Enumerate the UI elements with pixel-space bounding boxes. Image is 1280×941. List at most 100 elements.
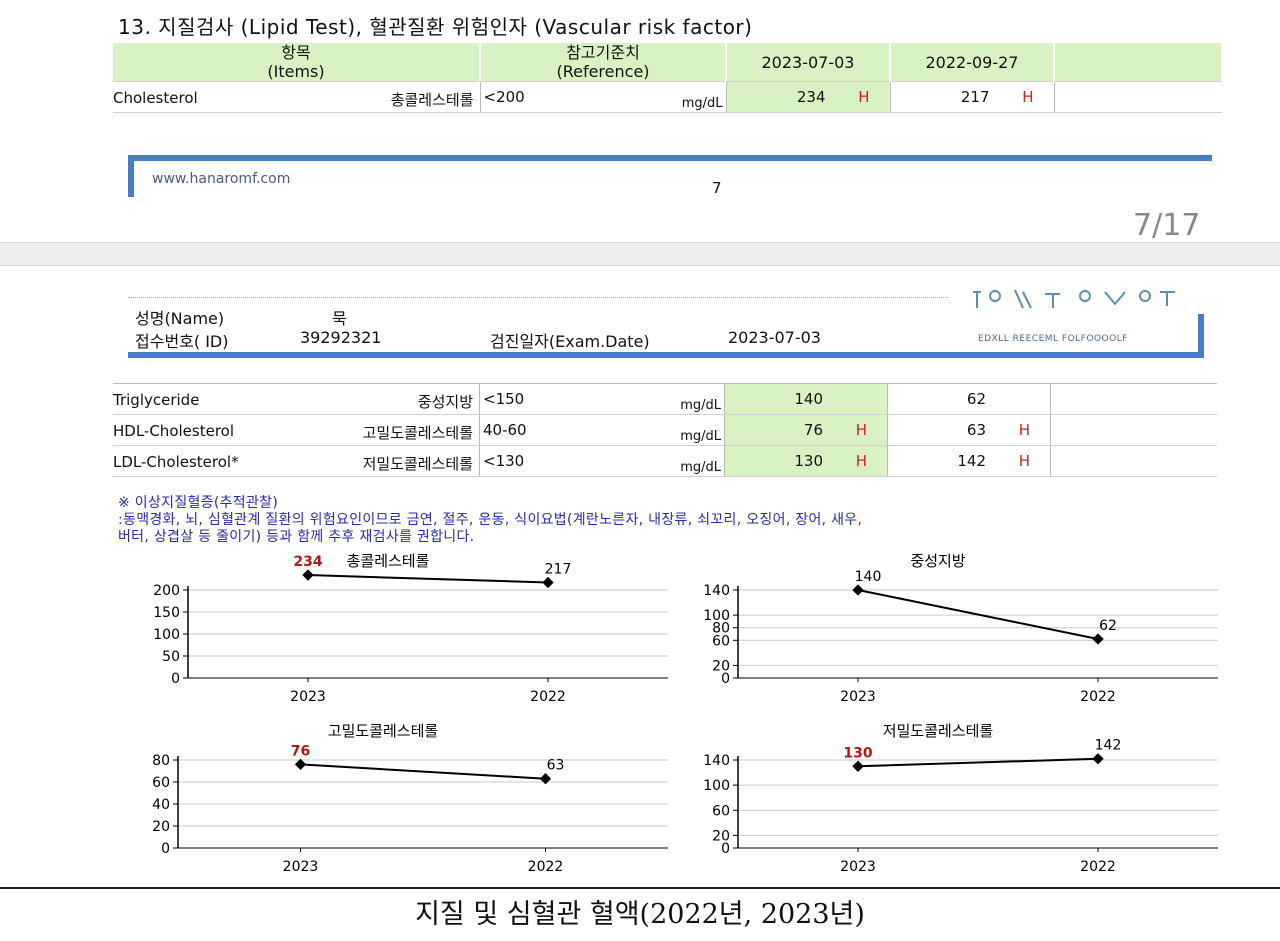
id-label: 접수번호( ID) [135, 332, 229, 351]
data-label: 130 [843, 745, 872, 761]
chart-ldl-svg: 저밀도콜레스테롤020601001402023 2022130 142 [703, 722, 1218, 875]
value-2023: 140 [794, 390, 823, 408]
header-ref-en: (Reference) [556, 62, 650, 81]
reference-value: <200 [483, 88, 525, 106]
y-tick-label: 140 [703, 753, 730, 769]
flag-2022: H [1018, 421, 1030, 439]
unit: mg/dL [681, 96, 723, 111]
data-point [1092, 753, 1104, 765]
series-line [307, 574, 549, 584]
data-label: 62 [1099, 618, 1117, 634]
header-reference: 참고기준치 (Reference) [480, 43, 727, 82]
y-tick-label: 20 [152, 819, 170, 835]
data-label: 140 [855, 569, 882, 585]
patient-banner-edge [1198, 314, 1204, 358]
table-row: Triglyceride 중성지방 <150 mg/dL 140 62 [113, 383, 1217, 415]
id-value: 39292321 [300, 328, 382, 347]
x-tick-label: 2022 [530, 689, 566, 705]
header-date2: 2022-09-27 [890, 43, 1055, 82]
header-empty [1054, 43, 1223, 82]
reference-value: 40-60 [483, 421, 527, 439]
reference-value: <150 [483, 390, 525, 408]
flag-2023: H [855, 452, 867, 470]
y-tick-label: 140 [703, 583, 730, 599]
chart-total-cholesterol-svg: 총콜레스테롤 0 50 100 150 200 2023 2022 234 217 [153, 552, 668, 705]
table-row: Cholesterol 총콜레스테롤 <200 mg/dL 234 H 217 … [113, 81, 1222, 113]
footer-url[interactable]: www.hanaromf.com [152, 171, 290, 187]
x-tick-label: 2022 [528, 859, 564, 875]
y-tick-label: 60 [712, 803, 730, 819]
value-2022: 63 [966, 421, 986, 439]
data-point [542, 576, 554, 589]
value-2022: 217 [960, 88, 990, 106]
flag-2023: H [858, 88, 870, 106]
header-items-en: (Items) [267, 62, 325, 81]
item-english: Triglyceride [113, 391, 200, 409]
item-english: HDL-Cholesterol [113, 422, 234, 440]
y-tick-label: 50 [162, 649, 180, 665]
data-point [852, 584, 864, 596]
value-2022: 142 [957, 452, 986, 470]
note-line-2: :동맥경화, 뇌, 심혈관계 질환의 위험요인이므로 금연, 절주, 운동, 식… [118, 512, 863, 528]
item-korean: 저밀도콜레스테롤 [362, 455, 473, 473]
lipid-table-top: 항목 (Items) 참고기준치 (Reference) 2023-07-03 … [113, 43, 1223, 113]
reference-value: <130 [483, 452, 525, 470]
y-tick-label: 0 [171, 671, 180, 687]
value-2022: 62 [966, 390, 986, 408]
page-number: 7 [712, 179, 722, 197]
x-tick-label: 2023 [283, 859, 319, 875]
y-tick-label: 60 [152, 775, 170, 791]
table-row: HDL-Cholesterol 고밀도콜레스테롤 40-60 mg/dL 76 … [113, 414, 1217, 446]
value-2023: 76 [803, 421, 823, 439]
value-2023: 234 [796, 88, 826, 106]
unit: mg/dL [680, 429, 721, 444]
unit: mg/dL [680, 398, 721, 413]
x-tick-label: 2022 [1080, 689, 1116, 705]
chart-hdl: 고밀도콜레스테롤 0 20 40 60 80 2023 2022 76 63 [140, 722, 670, 882]
item-english: Cholesterol [113, 89, 198, 107]
data-point [1092, 633, 1104, 645]
header-date1: 2023-07-03 [726, 43, 891, 82]
header-items: 항목 (Items) [113, 43, 481, 82]
flag-2022: H [1022, 88, 1034, 106]
flag-2023: H [855, 421, 867, 439]
figure-caption: 지질 및 심혈관 혈액(2022년, 2023년) [0, 887, 1280, 941]
note-line-3: 버터, 상겹살 등 줄이기) 등과 함께 추후 재검사를 권합니다. [118, 529, 475, 545]
exam-date-label: 검진일자(Exam.Date) [490, 332, 650, 351]
item-korean: 고밀도콜레스테롤 [362, 424, 473, 442]
series-line [300, 763, 546, 780]
logo-icon [973, 289, 1175, 309]
y-tick-label: 200 [153, 583, 180, 599]
data-label: 234 [293, 554, 322, 570]
lipid-table-bottom: Triglyceride 중성지방 <150 mg/dL 140 62 HDL-… [113, 383, 1217, 477]
chart-title: 총콜레스테롤 [347, 552, 430, 570]
value-2023: 130 [794, 452, 823, 470]
data-point [852, 760, 864, 772]
footer-banner [128, 155, 1212, 197]
y-tick-label: 100 [703, 778, 730, 794]
data-label: 217 [545, 562, 572, 578]
logo-text: EDXLL REECEML FOLFOOOOLF [978, 334, 1128, 344]
table-header-row: 항목 (Items) 참고기준치 (Reference) 2023-07-03 … [113, 43, 1223, 82]
data-label: 142 [1095, 738, 1122, 754]
item-korean: 중성지방 [417, 393, 473, 411]
data-point [302, 569, 314, 581]
series-line [857, 589, 1099, 641]
chart-title: 고밀도콜레스테롤 [328, 722, 439, 740]
unit: mg/dL [680, 460, 721, 475]
chart-triglyceride: 중성지방 0 20 60 80 100 140 2023 2022 140 62 [700, 552, 1220, 712]
x-tick-label: 2023 [840, 689, 876, 705]
chart-title: 저밀도콜레스테롤 [883, 722, 994, 740]
x-tick-label: 2022 [1080, 859, 1116, 875]
section-title: 13. 지질검사 (Lipid Test), 혈관질환 위험인자 (Vascul… [118, 15, 753, 39]
patient-banner-line [128, 352, 1200, 358]
y-tick-label: 80 [152, 753, 170, 769]
name-value: 묵 [332, 309, 347, 328]
header-items-ko: 항목 [281, 43, 311, 62]
y-tick-label: 100 [153, 627, 180, 643]
y-tick-label: 40 [152, 797, 170, 813]
chart-ldl: 저밀도콜레스테롤 0 20 60 100 140 2023 2022 130 142 [700, 722, 1220, 882]
flag-2022: H [1018, 452, 1030, 470]
hospital-logo [965, 284, 1185, 314]
header-ref-ko: 참고기준치 [566, 43, 640, 62]
